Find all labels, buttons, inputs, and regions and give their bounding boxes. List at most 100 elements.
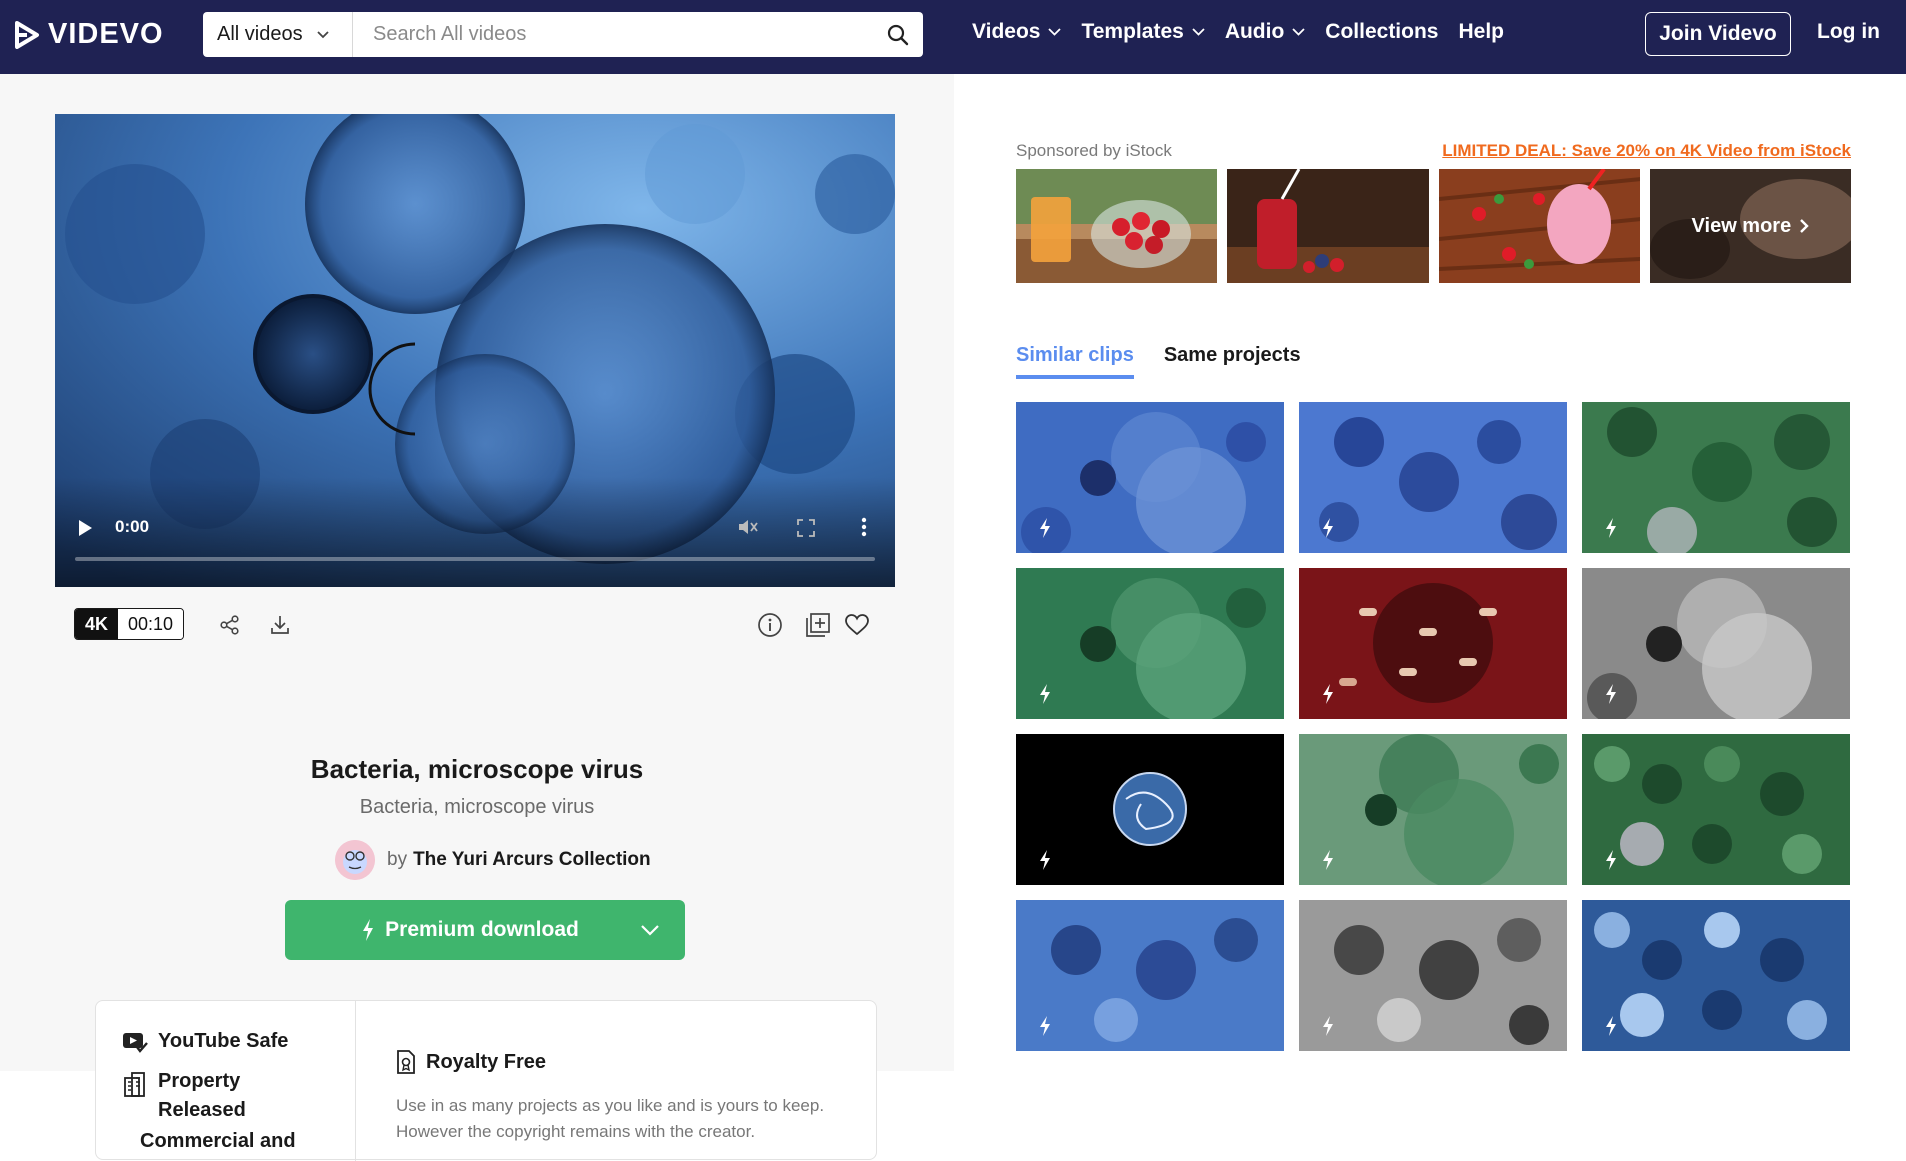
royalty-free-section: Royalty Free Use in as many projects as …: [396, 1049, 856, 1145]
author-name-link[interactable]: The Yuri Arcurs Collection: [413, 849, 651, 871]
heart-icon: [845, 614, 869, 636]
license-info-box: YouTube Safe Property Released Commercia…: [95, 1000, 877, 1161]
play-logo-icon: [15, 20, 39, 49]
video-player[interactable]: 0:00: [55, 114, 895, 587]
istock-image: [1438, 169, 1640, 283]
tab-same-projects[interactable]: Same projects: [1164, 344, 1301, 379]
clip-subtitle: Bacteria, microscope virus: [359, 796, 595, 818]
bolt-icon: [1040, 850, 1050, 870]
download-options-dropdown[interactable]: [615, 900, 685, 960]
clip-image: [1582, 900, 1850, 1051]
bolt-icon: [1040, 684, 1050, 704]
search-category-label: All videos: [217, 23, 303, 45]
bolt-icon: [1606, 684, 1616, 704]
istock-thumb[interactable]: [1227, 169, 1429, 283]
add-collection-icon: [806, 613, 830, 637]
bolt-icon: [1323, 684, 1333, 704]
search-category-select[interactable]: All videos: [203, 12, 353, 57]
info-icon: [758, 613, 782, 637]
top-header: VIDEVO All videos Videos Templates Audio…: [0, 0, 1906, 74]
premium-download-button[interactable]: Premium download: [285, 900, 685, 960]
royalty-free-description: Use in as many projects as you like and …: [396, 1096, 825, 1141]
clip-image: [1016, 568, 1284, 719]
clip-title: Bacteria, microscope virus: [310, 754, 644, 784]
share-icon: [220, 615, 239, 635]
clip-thumbnail[interactable]: [1016, 734, 1284, 885]
video-time: 0:00: [115, 517, 150, 536]
more-options-icon[interactable]: [861, 517, 867, 537]
nav-help[interactable]: Help: [1458, 20, 1504, 44]
search-button[interactable]: [873, 12, 923, 57]
royalty-free-icon: [397, 1050, 415, 1074]
bolt-icon: [1606, 1016, 1616, 1036]
clip-thumbnail[interactable]: [1582, 734, 1850, 885]
video-progress-bar[interactable]: [75, 557, 875, 561]
clip-thumbnail[interactable]: [1016, 568, 1284, 719]
royalty-free-label: Royalty Free: [426, 1050, 547, 1073]
clip-thumbnail[interactable]: [1299, 568, 1567, 719]
tab-similar-clips[interactable]: Similar clips: [1016, 344, 1134, 379]
license-features: YouTube Safe Property Released Commercia…: [96, 1001, 356, 1161]
clip-meta-row: 4K 00:10: [74, 608, 906, 644]
clip-image: [1016, 402, 1284, 553]
youtube-safe-item: YouTube Safe: [122, 1027, 288, 1056]
clip-image: [1299, 900, 1567, 1051]
favorite-button[interactable]: [842, 610, 872, 640]
author-info: by The Yuri Arcurs Collection: [335, 840, 651, 880]
istock-thumb[interactable]: [1016, 169, 1218, 283]
clip-image: [1299, 568, 1567, 719]
search-icon: [887, 24, 909, 45]
clip-thumbnail[interactable]: [1582, 900, 1850, 1051]
bolt-icon: [1606, 850, 1616, 870]
clip-thumbnail[interactable]: [1582, 568, 1850, 719]
play-icon[interactable]: [77, 519, 93, 537]
clip-thumbnail[interactable]: [1299, 734, 1567, 885]
join-button[interactable]: Join Videvo: [1645, 12, 1791, 56]
add-to-collection-button[interactable]: [803, 610, 833, 640]
nav-collections[interactable]: Collections: [1325, 20, 1438, 44]
clip-thumbnail[interactable]: [1016, 402, 1284, 553]
istock-view-more[interactable]: View more: [1649, 169, 1851, 283]
commercial-label: Commercial and: [140, 1130, 296, 1152]
sponsored-label: Sponsored by iStock: [1016, 141, 1172, 160]
nav-audio[interactable]: Audio: [1225, 20, 1305, 44]
royalty-free-heading: Royalty Free: [396, 1049, 856, 1075]
clip-image: [1582, 568, 1850, 719]
fullscreen-icon[interactable]: [797, 519, 815, 537]
istock-deal-link[interactable]: LIMITED DEAL: Save 20% on 4K Video from …: [1442, 141, 1851, 161]
clip-thumbnail[interactable]: [1016, 900, 1284, 1051]
main-nav: Videos Templates Audio Collections Help: [972, 20, 1524, 44]
clip-image: [1016, 734, 1284, 885]
login-link[interactable]: Log in: [1817, 20, 1880, 44]
search-bar: All videos: [203, 12, 923, 57]
info-button[interactable]: [755, 610, 785, 640]
building-icon: [124, 1072, 145, 1097]
mute-icon[interactable]: [737, 517, 759, 537]
istock-image: [1227, 169, 1429, 283]
clip-image: [1582, 402, 1850, 553]
premium-download-main[interactable]: Premium download: [285, 918, 615, 942]
istock-thumb[interactable]: [1438, 169, 1640, 283]
author-avatar[interactable]: [335, 840, 375, 880]
share-button[interactable]: [215, 610, 245, 640]
nav-audio-label: Audio: [1224, 20, 1285, 43]
download-button[interactable]: [265, 610, 295, 640]
clip-image: [1299, 402, 1567, 553]
sidebar-panel: Sponsored by iStock LIMITED DEAL: Save 2…: [954, 74, 1906, 1071]
nav-videos[interactable]: Videos: [972, 20, 1062, 44]
view-more-overlay: View more: [1649, 169, 1851, 283]
istock-image: [1016, 169, 1218, 283]
videvo-logo[interactable]: VIDEVO: [14, 18, 164, 51]
youtube-safe-icon: [123, 1033, 148, 1053]
bolt-icon: [1040, 518, 1050, 538]
similar-clips-grid: [1016, 402, 1851, 1051]
nav-templates-label: Templates: [1081, 20, 1184, 43]
chevron-down-icon: [1292, 28, 1305, 36]
nav-templates[interactable]: Templates: [1081, 20, 1205, 44]
bolt-icon: [1323, 518, 1333, 538]
chevron-down-icon: [641, 925, 659, 936]
clip-thumbnail[interactable]: [1299, 900, 1567, 1051]
clip-thumbnail[interactable]: [1299, 402, 1567, 553]
search-input[interactable]: [353, 23, 873, 46]
clip-thumbnail[interactable]: [1582, 402, 1850, 553]
